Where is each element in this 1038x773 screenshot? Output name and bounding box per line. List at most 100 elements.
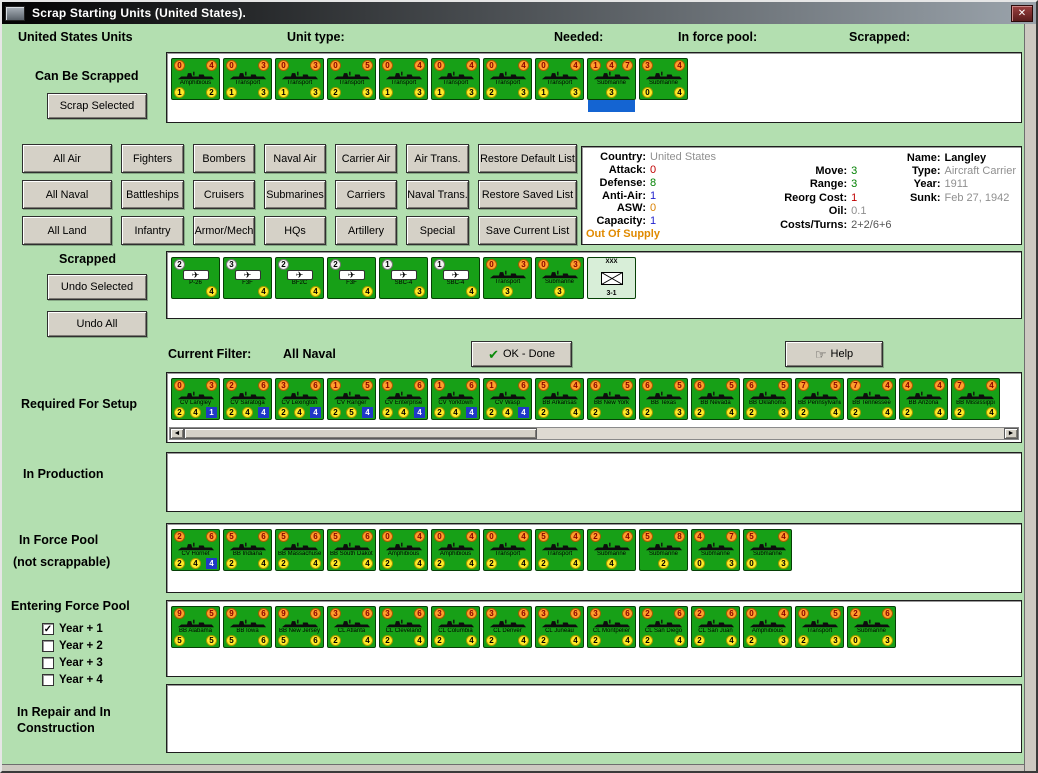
- unit-counter-submarine[interactable]: 5 4 Submarine 0 3: [743, 529, 792, 571]
- unit-counter-amphibious[interactable]: 0 4 Amphibious 2 4: [431, 529, 480, 571]
- filter-button-cruisers[interactable]: Cruisers: [193, 180, 255, 209]
- filter-button-carriers[interactable]: Carriers: [335, 180, 397, 209]
- unit-counter-bf2c[interactable]: 2 ✈ BF2C 4: [275, 257, 324, 299]
- unit-counter-transport[interactable]: 0 3 Transport 1 3: [223, 58, 272, 100]
- unit-counter-cl-cleveland[interactable]: 3 6 CL Cleveland 2 4: [379, 606, 428, 648]
- unit-counter-amphibious[interactable]: 0 4 Amphibious 2 3: [743, 606, 792, 648]
- unit-counter-cv-yorktown[interactable]: 1 6 CV Yorktown 2 4 4: [431, 378, 480, 420]
- unit-counter-bb-pennsylvania[interactable]: 7 5 BB Pennsylvania 2 4: [795, 378, 844, 420]
- filter-button-armor-mech[interactable]: Armor/Mech: [193, 216, 255, 245]
- unit-counter-cv-lexington[interactable]: 3 6 CV Lexington 2 4 4: [275, 378, 324, 420]
- unit-counter-cv-langley[interactable]: 0 3 CV Langley 2 4 1: [171, 378, 220, 420]
- filter-button-fighters[interactable]: Fighters: [121, 144, 184, 173]
- unit-counter-bb-indiana[interactable]: 5 6 BB Indiana 2 4: [223, 529, 272, 571]
- unit-counter-transport[interactable]: 0 5 Transport 2 3: [327, 58, 376, 100]
- unit-counter-cl-montpelier[interactable]: 3 6 CL Montpelier 2 4: [587, 606, 636, 648]
- unit-counter-submarine[interactable]: 3 4 Submarine 0 4: [639, 58, 688, 100]
- unit-counter-cl-atlanta[interactable]: 3 6 CL Atlanta 2 4: [327, 606, 376, 648]
- unit-counter-sbc-4[interactable]: 1 ✈ SBC-4 4: [431, 257, 480, 299]
- unit-counter-bb-oklahoma[interactable]: 6 5 BB Oklahoma 2 3: [743, 378, 792, 420]
- unit-counter-submarine[interactable]: 2 4 Submarine 4: [587, 529, 636, 571]
- unit-counter-cl-columbia[interactable]: 3 6 CL Columbia 2 4: [431, 606, 480, 648]
- checkbox-year-plus-2[interactable]: Year + 2: [42, 637, 103, 654]
- checkbox-year-plus-3[interactable]: Year + 3: [42, 654, 103, 671]
- checkbox-year-plus-4[interactable]: Year + 4: [42, 671, 103, 688]
- unit-counter-cv-wasp[interactable]: 1 6 CV Wasp 2 4 4: [483, 378, 532, 420]
- filter-button-special[interactable]: Special: [406, 216, 469, 245]
- filter-button-naval-trans[interactable]: Naval Trans.: [406, 180, 469, 209]
- unit-counter-transport[interactable]: 0 4 Transport 1 3: [379, 58, 428, 100]
- unit-counter-transport[interactable]: 0 3 Transport 1 3: [275, 58, 324, 100]
- unit-counter-cv-enterprise[interactable]: 1 6 CV Enterprise 2 4 4: [379, 378, 428, 420]
- unit-counter-cv-hornet[interactable]: 2 6 CV Hornet 2 4 4: [171, 529, 220, 571]
- unit-counter-sbc-4[interactable]: 1 ✈ SBC-4 3: [379, 257, 428, 299]
- filter-button-all-air[interactable]: All Air: [22, 144, 112, 173]
- unit-counter-submarine[interactable]: 1 4 7 Submarine 3: [587, 58, 636, 112]
- filter-button-carrier-air[interactable]: Carrier Air: [335, 144, 397, 173]
- filter-button-bombers[interactable]: Bombers: [193, 144, 255, 173]
- filter-button-hqs[interactable]: HQs: [264, 216, 326, 245]
- required-scrollbar[interactable]: ◄ ►: [169, 427, 1019, 440]
- filter-button-battleships[interactable]: Battleships: [121, 180, 184, 209]
- scroll-right-arrow[interactable]: ►: [1004, 428, 1018, 439]
- filter-button-naval-air[interactable]: Naval Air: [264, 144, 326, 173]
- filter-button-air-trans[interactable]: Air Trans.: [406, 144, 469, 173]
- filter-button-infantry[interactable]: Infantry: [121, 216, 184, 245]
- unit-counter-transport[interactable]: 0 4 Transport 1 3: [535, 58, 584, 100]
- unit-counter-cv-saratoga[interactable]: 2 6 CV Saratoga 2 4 4: [223, 378, 272, 420]
- unit-counter-submarine[interactable]: 0 3 Submarine 3: [535, 257, 584, 299]
- unit-counter-transport[interactable]: 0 4 Transport 2 4: [483, 529, 532, 571]
- unit-counter-transport[interactable]: 5 4 Transport 2 4: [535, 529, 584, 571]
- scrollbar-track[interactable]: [184, 428, 1004, 439]
- filter-button-submarines[interactable]: Submarines: [264, 180, 326, 209]
- unit-counter-transport[interactable]: 0 3 Transport 3: [483, 257, 532, 299]
- unit-counter-amphibious[interactable]: 0 4 Amphibious 2 4: [379, 529, 428, 571]
- unit-counter-bb-mississippi[interactable]: 7 4 BB Mississippi 2 4: [951, 378, 1000, 420]
- unit-counter-transport[interactable]: 0 5 Transport 2 3: [795, 606, 844, 648]
- checkbox-box[interactable]: [42, 656, 54, 669]
- unit-counter-cl-san-juan[interactable]: 2 6 CL San Juan 2 4: [691, 606, 740, 648]
- filter-button-restore-saved-list[interactable]: Restore Saved List: [478, 180, 577, 209]
- filter-button-all-naval[interactable]: All Naval: [22, 180, 112, 209]
- unit-counter-bb-alabama[interactable]: 9 5 BB Alabama 5 5: [171, 606, 220, 648]
- unit-counter-bb-south-dakota[interactable]: 5 6 BB South Dakota 2 4: [327, 529, 376, 571]
- checkbox-box[interactable]: [42, 639, 54, 652]
- ok-done-button[interactable]: ✔ OK - Done: [471, 341, 572, 367]
- unit-counter-submarine[interactable]: 5 8 Submarine 2: [639, 529, 688, 571]
- unit-counter-bb-arizona[interactable]: 4 4 BB Arizona 2 4: [899, 378, 948, 420]
- unit-counter-bb-arkansas[interactable]: 5 4 BB Arkansas 2 4: [535, 378, 584, 420]
- checkbox-year-plus-1[interactable]: ✓ Year + 1: [42, 620, 103, 637]
- unit-counter-cl-san-diego[interactable]: 2 6 CL San Diego 2 4: [639, 606, 688, 648]
- undo-selected-button[interactable]: Undo Selected: [47, 274, 147, 300]
- filter-button-save-current-list[interactable]: Save Current List: [478, 216, 577, 245]
- scroll-left-arrow[interactable]: ◄: [170, 428, 184, 439]
- unit-counter-cv-ranger[interactable]: 1 5 CV Ranger 2 5 4: [327, 378, 376, 420]
- unit-counter-p-26[interactable]: 2 ✈ P-26 4: [171, 257, 220, 299]
- unit-counter-bb-tennessee[interactable]: 7 4 BB Tennessee 2 4: [847, 378, 896, 420]
- unit-counter-f3f[interactable]: 2 ✈ F3F 4: [327, 257, 376, 299]
- unit-counter-transport[interactable]: 0 4 Transport 1 3: [431, 58, 480, 100]
- unit-counter-bb-iowa[interactable]: 9 6 BB Iowa 5 6: [223, 606, 272, 648]
- unit-counter-bb-texas[interactable]: 6 5 BB Texas 2 3: [639, 378, 688, 420]
- unit-counter-submarine[interactable]: 2 6 Submarine 0 3: [847, 606, 896, 648]
- unit-counter-transport[interactable]: 0 4 Transport 2 3: [483, 58, 532, 100]
- help-button[interactable]: ☞ Help: [785, 341, 883, 367]
- checkbox-box[interactable]: ✓: [42, 622, 54, 635]
- scrap-selected-button[interactable]: Scrap Selected: [47, 93, 147, 119]
- checkbox-box[interactable]: [42, 673, 54, 686]
- unit-counter-f3f[interactable]: 3 ✈ F3F 4: [223, 257, 272, 299]
- filter-button-all-land[interactable]: All Land: [22, 216, 112, 245]
- unit-counter-bb-new-york[interactable]: 6 5 BB New York 2 3: [587, 378, 636, 420]
- close-button[interactable]: ✕: [1011, 4, 1033, 22]
- unit-counter-bb-nevada[interactable]: 6 5 BB Nevada 2 4: [691, 378, 740, 420]
- unit-counter-bb-massachusetts[interactable]: 5 6 BB Massachusetts2 4: [275, 529, 324, 571]
- unit-counter-cl-denver[interactable]: 3 6 CL Denver 2 4: [483, 606, 532, 648]
- unit-counter-3-1[interactable]: XXX 3-1: [587, 257, 636, 299]
- unit-counter-bb-new-jersey[interactable]: 9 6 BB New Jersey 5 6: [275, 606, 324, 648]
- unit-counter-amphibious[interactable]: 0 4 Amphibious 1 2: [171, 58, 220, 100]
- filter-button-artillery[interactable]: Artillery: [335, 216, 397, 245]
- scrollbar-thumb[interactable]: [184, 428, 537, 439]
- filter-button-restore-default-list[interactable]: Restore Default List: [478, 144, 577, 173]
- unit-counter-submarine[interactable]: 4 7 Submarine 0 3: [691, 529, 740, 571]
- undo-all-button[interactable]: Undo All: [47, 311, 147, 337]
